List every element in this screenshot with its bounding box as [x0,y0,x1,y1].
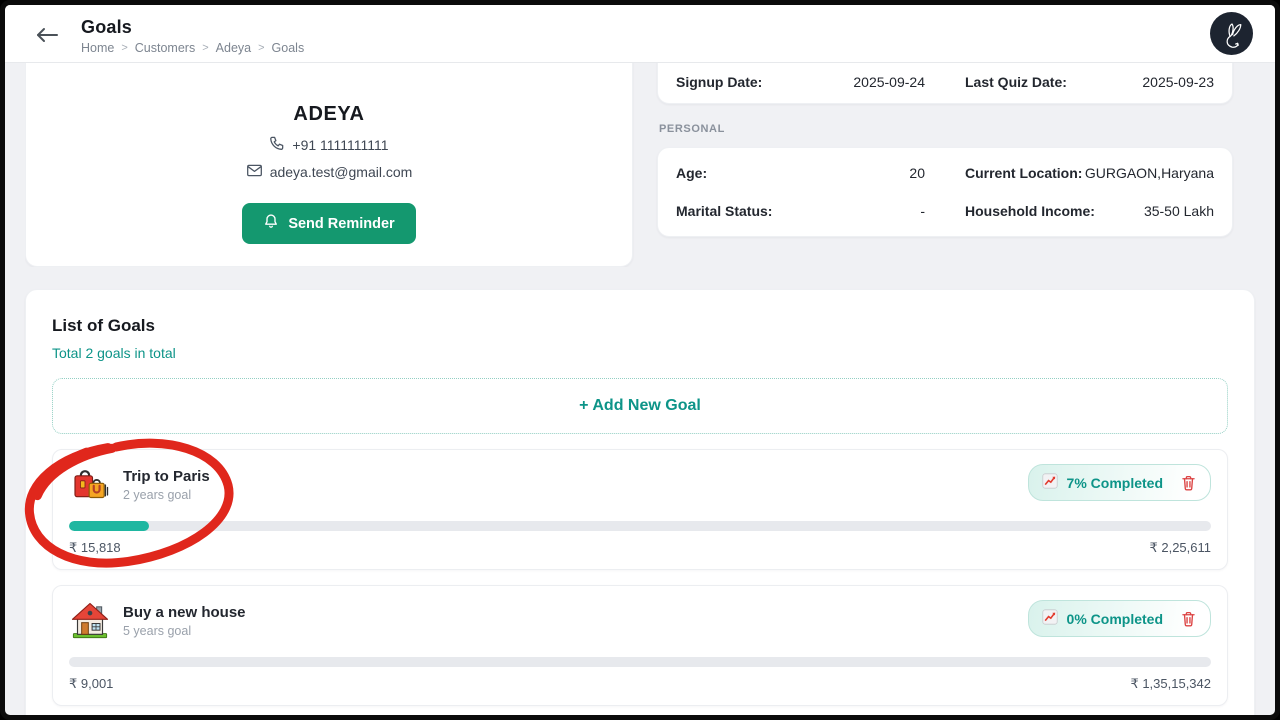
customer-email: adeya.test@gmail.com [270,164,413,180]
breadcrumb-current: Goals [272,41,305,55]
customer-details-column: Signup Date: 2025-09-24 Last Quiz Date: … [657,63,1233,267]
shopping-bags-icon [69,464,111,506]
customer-card: ADEYA +91 1111111111 adeya. [25,63,633,267]
signup-date-label: Signup Date: [676,74,762,90]
personal-section-label: PERSONAL [659,123,1231,135]
breadcrumb-adeya[interactable]: Adeya [216,41,251,55]
breadcrumb: Home > Customers > Adeya > Goals [81,41,304,55]
page-title: Goals [81,17,304,38]
trash-icon[interactable] [1180,610,1197,628]
customer-overview-section: ADEYA +91 1111111111 adeya. [25,63,1255,267]
personal-detail-card: Age: 20 Current Location: GURGAON,Haryan… [657,147,1233,237]
envelope-icon [246,163,263,181]
last-quiz-date-value: 2025-09-23 [1142,74,1214,90]
household-income-label: Household Income: [965,203,1095,219]
chart-increasing-icon [1042,473,1058,492]
breadcrumb-separator: > [258,42,264,54]
send-reminder-label: Send Reminder [288,216,394,232]
marital-status-label: Marital Status: [676,203,772,219]
goal-current-amount: ₹ 15,818 [69,540,121,556]
page-content: ADEYA +91 1111111111 adeya. [5,63,1275,720]
customer-phone: +91 1111111111 [292,137,388,153]
chart-increasing-icon [1042,609,1058,628]
goals-heading: List of Goals [52,316,1228,336]
goal-target-amount: ₹ 1,35,15,342 [1130,676,1211,692]
signup-detail-card: Signup Date: 2025-09-24 Last Quiz Date: … [657,63,1233,104]
signup-date-value: 2025-09-24 [853,74,925,90]
current-location-value: GURGAON,Haryana [1085,165,1214,181]
goal-progress-fill [69,521,149,531]
house-icon [69,600,111,642]
goal-progress-track [69,521,1211,531]
household-income-value: 35-50 Lakh [1144,203,1214,219]
send-reminder-button[interactable]: Send Reminder [242,203,415,244]
breadcrumb-home[interactable]: Home [81,41,114,55]
goals-count-text: Total 2 goals in total [52,345,1228,361]
goal-status-badge: 7% Completed [1028,464,1211,501]
brand-logo[interactable] [1210,12,1253,55]
goal-progress-track [69,657,1211,667]
goal-current-amount: ₹ 9,001 [69,676,113,692]
back-arrow-icon[interactable] [35,25,59,45]
goal-title: Buy a new house [123,604,246,621]
customer-name: ADEYA [46,103,612,126]
goal-row-buy-a-new-house[interactable]: Buy a new house 5 years goal 0% [52,585,1228,706]
breadcrumb-separator: > [202,42,208,54]
bell-icon [263,213,279,234]
goal-duration: 5 years goal [123,624,246,638]
trash-icon[interactable] [1180,474,1197,492]
goal-status-text: 7% Completed [1067,475,1163,491]
age-label: Age: [676,165,707,181]
add-new-goal-button[interactable]: + Add New Goal [52,378,1228,434]
breadcrumb-customers[interactable]: Customers [135,41,195,55]
customer-phone-row: +91 1111111111 [46,135,612,154]
last-quiz-date-label: Last Quiz Date: [965,74,1067,90]
customer-email-row: adeya.test@gmail.com [46,163,612,181]
goal-status-badge: 0% Completed [1028,600,1211,637]
goal-duration: 2 years goal [123,488,210,502]
app-window: Goals Home > Customers > Adeya > Goals [0,0,1280,720]
goal-title: Trip to Paris [123,468,210,485]
age-value: 20 [909,165,925,181]
goal-row-trip-to-paris[interactable]: Trip to Paris 2 years goal 7% Co [52,449,1228,570]
breadcrumb-separator: > [121,42,127,54]
goal-status-text: 0% Completed [1067,611,1163,627]
marital-status-value: - [920,203,925,219]
goal-target-amount: ₹ 2,25,611 [1149,540,1211,556]
goals-list-card: List of Goals Total 2 goals in total + A… [25,289,1255,720]
current-location-label: Current Location: [965,165,1082,181]
page-header: Goals Home > Customers > Adeya > Goals [5,5,1275,63]
phone-icon [269,135,285,154]
